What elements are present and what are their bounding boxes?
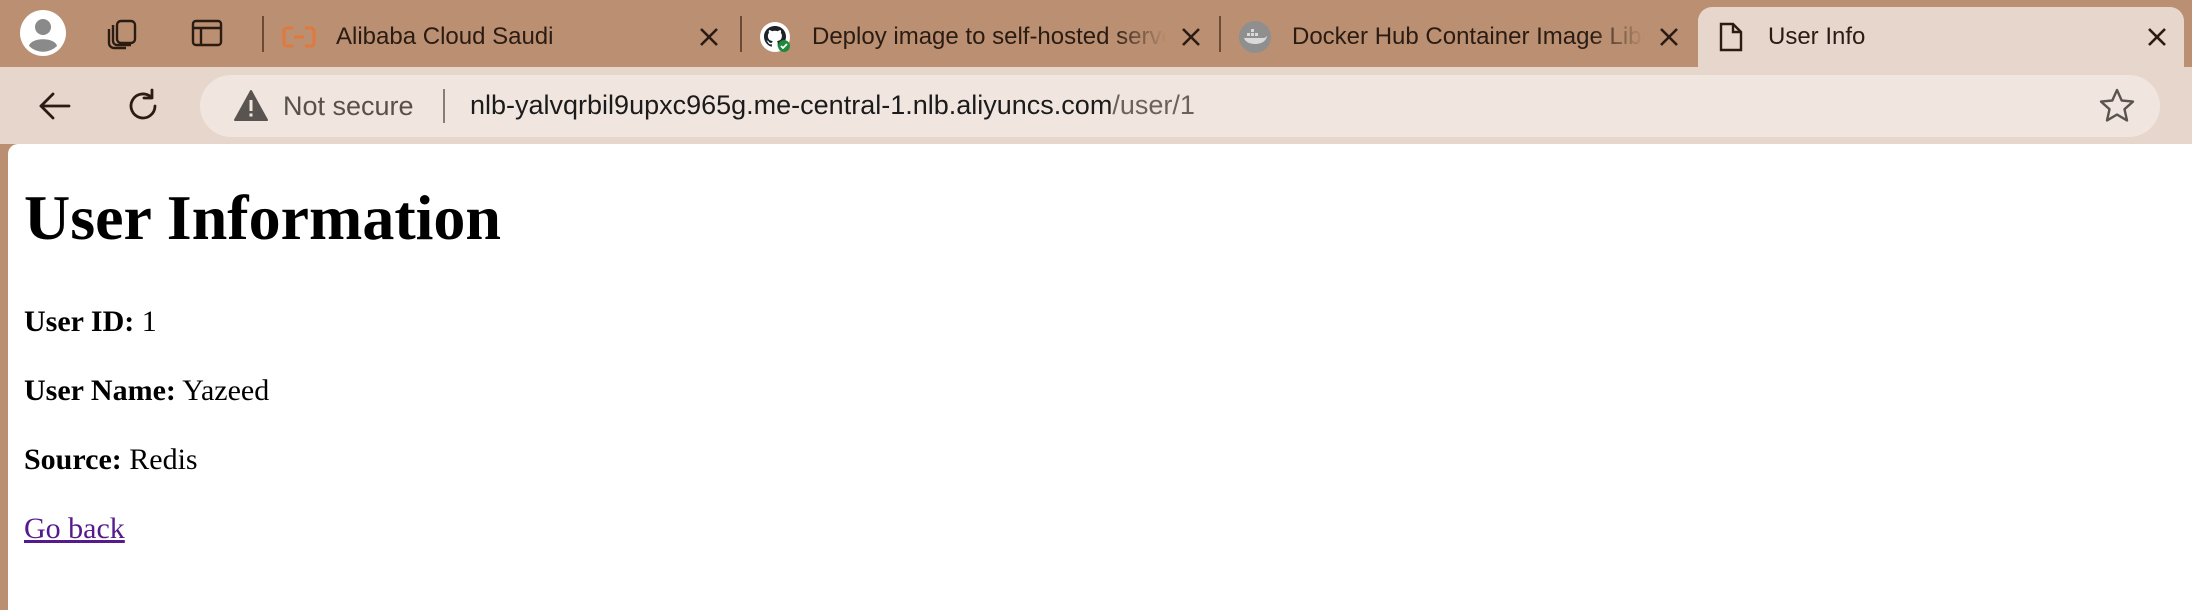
tab-docker-hub[interactable]: Docker Hub Container Image Library [1222, 7, 1696, 67]
close-icon [2148, 28, 2166, 46]
close-icon [1182, 28, 1200, 46]
field-value: Yazeed [182, 374, 270, 407]
reload-button[interactable] [116, 79, 170, 133]
tab-title: Docker Hub Container Image Library [1292, 23, 1644, 50]
close-icon [700, 28, 718, 46]
back-link-row: Go back [24, 514, 125, 544]
field-label: User Name: [24, 374, 176, 407]
profile-icon [20, 10, 66, 56]
page-title: User Information [24, 182, 501, 253]
tab-separator [262, 16, 264, 52]
star-icon[interactable] [2098, 87, 2136, 125]
source-row: Source: Redis [24, 445, 198, 475]
tab-separator [1219, 16, 1221, 52]
tab-alibaba-cloud[interactable]: Alibaba Cloud Saudi [266, 7, 736, 67]
github-icon [758, 20, 792, 54]
user-name-row: User Name: Yazeed [24, 376, 269, 406]
tab-github-deploy[interactable]: Deploy image to self-hosted server [742, 7, 1218, 67]
profile-button[interactable] [20, 10, 66, 56]
tab-close-button[interactable] [2140, 20, 2174, 54]
workspaces-icon [107, 19, 137, 50]
user-id-row: User ID: 1 [24, 307, 157, 337]
field-value: 1 [141, 305, 157, 338]
reload-icon [129, 88, 157, 120]
field-label: User ID: [24, 305, 135, 338]
close-icon [1660, 28, 1678, 46]
tab-close-button[interactable] [692, 20, 726, 54]
address-bar[interactable]: Not secure nlb-yalvqrbil9upxc965g.me-cen… [200, 75, 2160, 137]
document-icon [1714, 20, 1748, 54]
tab-close-button[interactable] [1174, 20, 1208, 54]
tab-title: Deploy image to self-hosted server [812, 23, 1166, 50]
field-label: Source: [24, 443, 122, 476]
browser-toolbar: Not secure nlb-yalvqrbil9upxc965g.me-cen… [0, 67, 2192, 144]
warning-icon[interactable] [234, 89, 268, 123]
url-path: /user/1 [1112, 90, 1195, 120]
tab-close-button[interactable] [1652, 20, 1686, 54]
alibaba-cloud-icon [282, 20, 316, 54]
go-back-link[interactable]: Go back [24, 512, 125, 545]
back-arrow-icon [39, 92, 71, 120]
workspaces-button[interactable] [100, 10, 146, 56]
page-viewport: User Information User ID: 1 User Name: Y… [8, 144, 2192, 610]
tab-strip: Alibaba Cloud Saudi Deploy image to self… [0, 0, 2192, 67]
security-label[interactable]: Not secure [283, 91, 414, 122]
back-button[interactable] [28, 79, 82, 133]
tab-title: User Info [1768, 23, 1866, 50]
url-text[interactable]: nlb-yalvqrbil9upxc965g.me-central-1.nlb.… [470, 90, 1195, 121]
address-divider [443, 89, 445, 123]
tab-actions-button[interactable] [184, 10, 230, 56]
tab-title: Alibaba Cloud Saudi [336, 23, 554, 50]
tab-user-info[interactable]: User Info [1698, 7, 2184, 67]
docker-icon [1238, 20, 1272, 54]
url-host: nlb-yalvqrbil9upxc965g.me-central-1.nlb.… [470, 90, 1113, 120]
field-value: Redis [129, 443, 198, 476]
tab-actions-icon [191, 19, 223, 47]
